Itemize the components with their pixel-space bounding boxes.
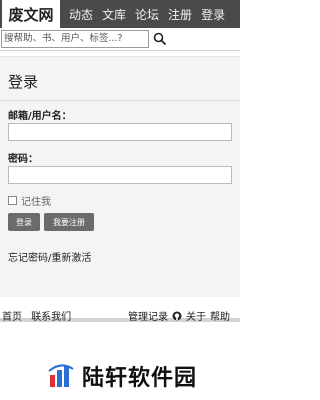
remember-me[interactable]: 记住我 [8, 193, 51, 208]
search-input[interactable]: 搜帮助、书、用户、标签...? [1, 30, 149, 48]
nav-item-login[interactable]: 登录 [201, 6, 225, 23]
login-button[interactable]: 登录 [8, 213, 40, 231]
nav-item-activity[interactable]: 动态 [69, 6, 93, 23]
title-divider [0, 100, 240, 101]
footer-left-links: 首页 联系我们 [2, 308, 77, 323]
footer-link-home[interactable]: 首页 [2, 312, 22, 323]
search-row: 搜帮助、书、用户、标签...? [0, 28, 240, 51]
footer: 首页 联系我们 管理记录 关于 帮助 [0, 308, 240, 323]
top-nav: 动态 文库 论坛 注册 登录 [60, 6, 225, 23]
username-label: 邮箱/用户名： [8, 111, 72, 122]
password-label: 密码： [8, 154, 38, 165]
footer-link-about[interactable]: 关于 [186, 308, 206, 323]
login-panel: 登录 邮箱/用户名： 密码： 记住我 登录 我要注册 忘记密码/重新激活 [0, 56, 240, 297]
footer-link-help[interactable]: 帮助 [210, 308, 230, 323]
search-icon[interactable] [153, 32, 167, 46]
footer-link-contact[interactable]: 联系我们 [31, 312, 71, 323]
forgot-password-link[interactable]: 忘记密码/重新激活 [8, 249, 91, 264]
site-logo[interactable]: 废文网 [2, 0, 60, 28]
footer-link-manage-log[interactable]: 管理记录 [128, 308, 168, 323]
remember-checkbox[interactable] [8, 196, 17, 205]
register-button[interactable]: 我要注册 [44, 213, 94, 231]
remember-label: 记住我 [21, 197, 51, 208]
nav-item-forum[interactable]: 论坛 [135, 6, 159, 23]
watermark: 陆轩软件园 [48, 360, 197, 392]
top-bar: 废文网 动态 文库 论坛 注册 登录 [0, 0, 240, 28]
username-field[interactable] [8, 123, 232, 141]
watermark-text: 陆轩软件园 [82, 366, 198, 391]
password-field[interactable] [8, 166, 232, 184]
footer-right-links: 管理记录 关于 帮助 [128, 308, 234, 323]
github-icon[interactable] [172, 311, 182, 321]
nav-item-library[interactable]: 文库 [102, 6, 126, 23]
watermark-logo-icon [48, 364, 74, 387]
page-title: 登录 [8, 73, 39, 91]
nav-item-register[interactable]: 注册 [168, 6, 192, 23]
